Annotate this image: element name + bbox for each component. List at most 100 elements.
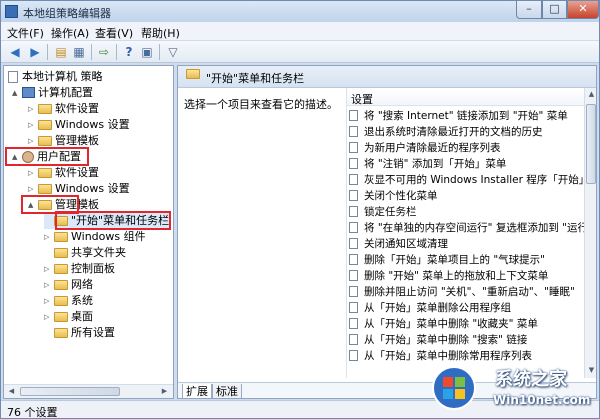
tree-horizontal-scrollbar[interactable]: ◀ ▶ [4,384,173,398]
toolbar: ◀ ▶ ▤ ▦ ⇨ ? ▣ ▽ [1,41,599,63]
setting-icon [349,286,358,297]
tree-item-local-computer-policy[interactable]: 本地计算机 策略 [8,69,103,85]
menu-view[interactable]: 查看(V) [95,25,133,41]
tree-item-all-settings[interactable]: 所有设置 [44,325,115,341]
tree-item-windows-components[interactable]: ▷ Windows 组件 [44,229,146,245]
collapsed-arrow-icon[interactable]: ▷ [28,165,38,181]
main-window: 本地组策略编辑器 – □ ✕ 文件(F) 操作(A) 查看(V) 帮助(H) ◀… [0,0,600,419]
collapsed-arrow-icon[interactable]: ▷ [44,261,54,277]
folder-icon [54,280,68,290]
setting-row[interactable]: 为新用户清除最近的程序列表 [349,140,589,156]
help-icon[interactable]: ? [121,44,137,60]
up-folder-icon[interactable]: ▤ [53,44,69,60]
settings-pane-title: "开始"菜单和任务栏 [206,72,305,85]
folder-icon [38,184,52,194]
folder-icon [186,69,200,79]
tree-item-computer-windows-settings[interactable]: ▷ Windows 设置 [28,117,130,133]
setting-icon [349,318,358,329]
forward-arrow-icon[interactable]: ▶ [27,44,43,60]
description-text: 选择一个项目来查看它的描述。 [184,98,338,111]
folder-icon [54,264,68,274]
setting-row[interactable]: 关闭通知区域清理 [349,236,589,252]
setting-icon [349,254,358,265]
setting-row[interactable]: 将 "注销" 添加到「开始」菜单 [349,156,589,172]
show-hide-tree-icon[interactable]: ▦ [71,44,87,60]
setting-icon [349,174,358,185]
folder-icon [54,328,68,338]
setting-row[interactable]: 关闭个性化菜单 [349,188,589,204]
setting-row[interactable]: 退出系统时清除最近打开的文档的历史 [349,124,589,140]
setting-row[interactable]: 将 "搜索 Internet" 链接添加到 "开始" 菜单 [349,108,589,124]
tree-item-computer-config[interactable]: ▲ 计算机配置 [12,85,93,101]
menu-action[interactable]: 操作(A) [51,25,89,41]
setting-row[interactable]: 从「开始」菜单中删除 "搜索" 链接 [349,332,589,348]
filter-icon[interactable]: ▽ [165,44,181,60]
tree-item-desktop[interactable]: ▷ 桌面 [44,309,93,325]
settings-vertical-scrollbar[interactable]: ▲ ▼ [584,88,596,378]
setting-icon [349,206,358,217]
watermark-url: Win10net.com [493,393,591,407]
folder-icon [54,232,68,242]
highlight-box-user-config [5,147,89,166]
title-bar[interactable]: 本地组策略编辑器 – □ ✕ [1,1,599,22]
properties-icon[interactable]: ▣ [139,44,155,60]
collapsed-arrow-icon[interactable]: ▷ [44,229,54,245]
setting-icon [349,334,358,345]
collapsed-arrow-icon[interactable]: ▷ [44,293,54,309]
close-button[interactable]: ✕ [567,1,599,19]
toolbar-divider [116,44,117,60]
expanded-arrow-icon[interactable]: ▲ [12,85,22,101]
menu-file[interactable]: 文件(F) [7,25,44,41]
maximize-button[interactable]: □ [542,1,567,19]
tree-item-system[interactable]: ▷ 系统 [44,293,93,309]
setting-row[interactable]: 灰显不可用的 Windows Installer 程序「开始」菜单 [349,172,589,188]
setting-icon [349,110,358,121]
setting-icon [349,350,358,361]
setting-row[interactable]: 从「开始」菜单中删除 "收藏夹" 菜单 [349,316,589,332]
settings-list[interactable]: 设置 将 "搜索 Internet" 链接添加到 "开始" 菜单 退出系统时清除… [346,88,596,378]
setting-icon [349,142,358,153]
tree-item-control-panel[interactable]: ▷ 控制面板 [44,261,115,277]
setting-icon [349,126,358,137]
tree-item-shared-folders[interactable]: 共享文件夹 [44,245,126,261]
tree-item-computer-software-settings[interactable]: ▷ 软件设置 [28,101,99,117]
setting-row[interactable]: 删除「开始」菜单项目上的 "气球提示" [349,252,589,268]
setting-row[interactable]: 锁定任务栏 [349,204,589,220]
setting-icon [349,238,358,249]
tab-standard[interactable]: 标准 [212,384,242,398]
policy-editor-icon [5,5,18,18]
folder-icon [54,312,68,322]
minimize-button[interactable]: – [516,1,542,19]
window-title: 本地组策略编辑器 [23,7,111,20]
site-watermark: 系统之家 Win10net.com [429,359,599,417]
toolbar-divider [159,44,160,60]
collapsed-arrow-icon[interactable]: ▷ [44,277,54,293]
collapsed-arrow-icon[interactable]: ▷ [44,309,54,325]
collapsed-arrow-icon[interactable]: ▷ [28,101,38,117]
settings-count: 76 个设置 [7,406,58,419]
folder-icon [38,120,52,130]
tree-item-network[interactable]: ▷ 网络 [44,277,93,293]
scroll-up-arrow-icon[interactable]: ▲ [585,88,596,101]
setting-row[interactable]: 将 "在单独的内存空间运行" 复选框添加到 "运行" [349,220,589,236]
setting-icon [349,222,358,233]
folder-icon [54,248,68,258]
scroll-left-arrow-icon[interactable]: ◀ [5,385,18,398]
scroll-thumb[interactable] [586,104,596,184]
folder-icon [54,296,68,306]
settings-pane: "开始"菜单和任务栏 选择一个项目来查看它的描述。 设置 将 "搜索 Inter… [177,65,597,399]
collapsed-arrow-icon[interactable]: ▷ [28,117,38,133]
column-header-setting[interactable]: 设置 [347,88,584,106]
policy-tree[interactable]: 本地计算机 策略 ▲ 计算机配置 ▷ 软件设置 ▷ Windows 设置 ▷ 管理模板 … [3,65,174,399]
tab-extended[interactable]: 扩展 [182,384,212,398]
export-list-icon[interactable]: ⇨ [96,44,112,60]
tree-item-user-software-settings[interactable]: ▷ 软件设置 [28,165,99,181]
setting-row[interactable]: 删除并阻止访问 "关机"、"重新启动"、"睡眠" [349,284,589,300]
windows-logo-icon [432,366,476,410]
menu-help[interactable]: 帮助(H) [141,25,180,41]
setting-row[interactable]: 删除 "开始" 菜单上的拖放和上下文菜单 [349,268,589,284]
setting-row[interactable]: 从「开始」菜单删除公用程序组 [349,300,589,316]
scroll-thumb[interactable] [20,387,120,396]
scroll-right-arrow-icon[interactable]: ▶ [158,385,171,398]
back-arrow-icon[interactable]: ◀ [7,44,23,60]
